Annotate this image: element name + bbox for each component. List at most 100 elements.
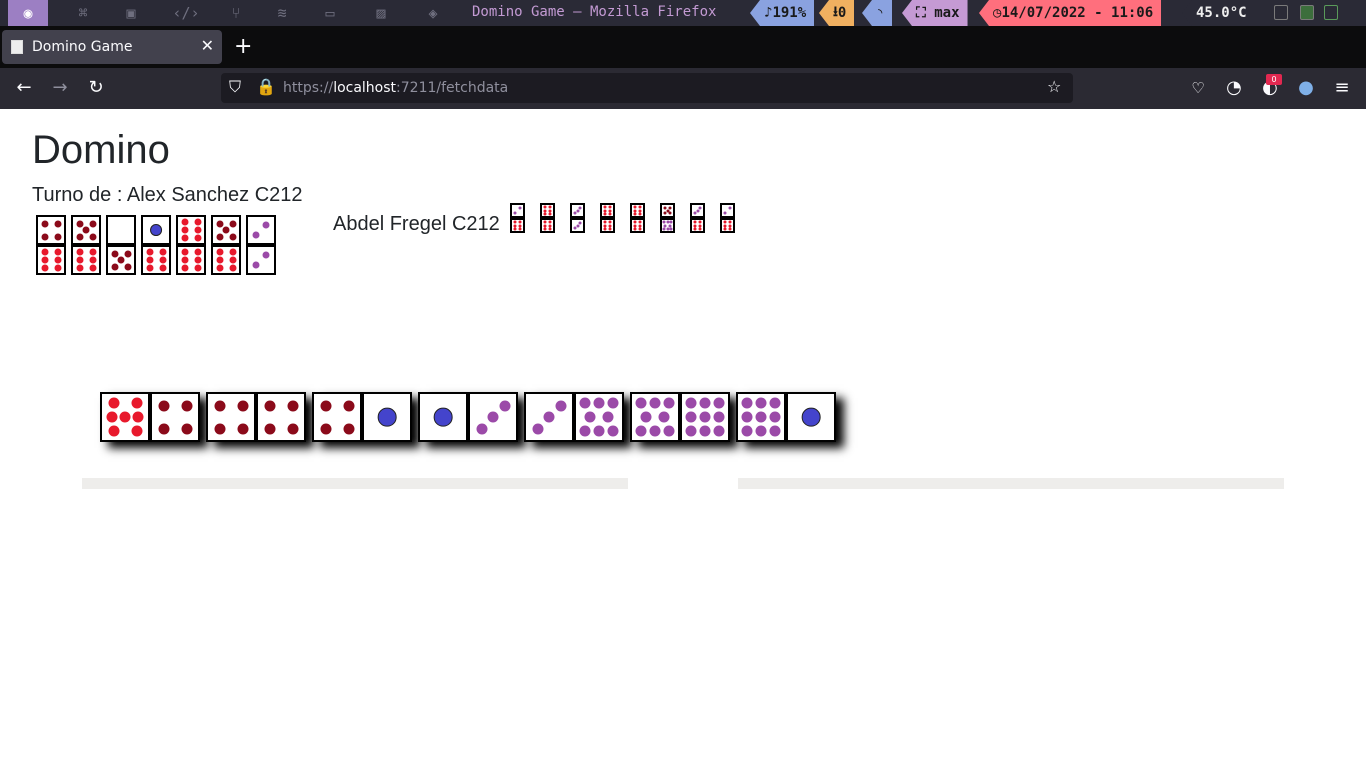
pip xyxy=(76,248,83,256)
downloads-indicator[interactable]: ⭳ 0 xyxy=(819,0,855,26)
pip xyxy=(216,248,223,256)
pip xyxy=(76,220,83,227)
tile-half xyxy=(418,392,468,442)
board-domino xyxy=(524,392,624,442)
pip xyxy=(229,220,236,227)
pip xyxy=(89,256,96,264)
pip xyxy=(741,397,753,409)
tab-domino-game[interactable]: Domino Game ✕ xyxy=(2,30,222,64)
forward-button[interactable]: → xyxy=(48,77,72,99)
pip xyxy=(635,425,647,437)
pip xyxy=(713,397,725,409)
url-rest: :7211/fetchdata xyxy=(396,80,509,96)
pip xyxy=(89,264,96,272)
new-tab-button[interactable]: + xyxy=(234,34,252,59)
image-workspace-icon[interactable]: ▨ xyxy=(361,0,401,26)
pip xyxy=(320,400,331,411)
pip xyxy=(106,411,118,423)
tile-half xyxy=(786,392,836,442)
monitor-tray-icon[interactable] xyxy=(1274,5,1288,20)
profile-icon[interactable]: ● xyxy=(1294,77,1318,99)
git-workspace-icon[interactable]: ⑂ xyxy=(216,0,256,26)
pip xyxy=(576,224,579,227)
layers-workspace-icon[interactable]: ◈ xyxy=(413,0,453,26)
hand-domino[interactable] xyxy=(141,215,171,275)
pip xyxy=(89,233,96,240)
hand-domino[interactable] xyxy=(176,215,206,275)
pip xyxy=(41,264,48,272)
tile-half xyxy=(736,392,786,442)
pip xyxy=(713,425,725,437)
volume-indicator[interactable]: ♪ 191% xyxy=(750,0,815,26)
docker-workspace-icon[interactable]: ≋ xyxy=(262,0,302,26)
hand-domino[interactable] xyxy=(211,215,241,275)
hand-domino[interactable] xyxy=(246,215,276,275)
pip xyxy=(633,227,637,231)
pocket-icon[interactable]: ♡ xyxy=(1186,77,1210,99)
pip xyxy=(181,400,192,411)
pip xyxy=(487,411,499,423)
pip xyxy=(649,397,661,409)
layout-indicator[interactable]: ⛶ max xyxy=(902,0,968,26)
folder-workspace-icon[interactable]: ▭ xyxy=(310,0,350,26)
clock-extension-icon[interactable]: ◔ xyxy=(1222,77,1246,99)
hand-domino[interactable] xyxy=(36,215,66,275)
board-domino xyxy=(736,392,836,442)
pip xyxy=(54,220,61,227)
pip xyxy=(108,397,119,409)
pip xyxy=(146,256,153,264)
pip xyxy=(194,256,201,264)
hand-domino[interactable] xyxy=(106,215,136,275)
pip xyxy=(603,212,607,216)
bookmark-star-icon[interactable]: ☆ xyxy=(1047,77,1061,96)
pip xyxy=(76,264,83,272)
pip xyxy=(658,411,670,423)
pip xyxy=(181,423,192,434)
pip xyxy=(693,211,697,215)
pip xyxy=(476,423,487,434)
menu-icon[interactable]: ≡ xyxy=(1330,77,1354,99)
maximize-icon: ⛶ xyxy=(916,5,935,21)
rss-icon[interactable]: ◝ xyxy=(862,0,893,26)
reload-button[interactable]: ↻ xyxy=(84,77,108,99)
clock: ◷ 14/07/2022 - 11:06 xyxy=(979,0,1162,26)
pip xyxy=(573,211,577,215)
tile-half xyxy=(256,392,306,442)
pip xyxy=(216,256,223,264)
page-content: Domino Turno de : Alex Sanchez C212 Abde… xyxy=(0,109,1366,768)
board-domino xyxy=(418,392,518,442)
pip xyxy=(158,400,169,411)
pip xyxy=(54,248,61,256)
usb-tray-icon[interactable] xyxy=(1324,5,1338,20)
right-board-rail xyxy=(738,478,1284,489)
pip xyxy=(89,220,96,227)
pip xyxy=(181,218,188,226)
shield-icon[interactable]: ⛉ xyxy=(229,77,241,97)
page-title: Domino xyxy=(32,128,170,172)
code-workspace-icon[interactable]: ‹/› xyxy=(166,0,206,26)
firefox-workspace-icon[interactable]: ◉ xyxy=(8,0,48,26)
pip xyxy=(41,248,48,256)
pip xyxy=(287,400,298,411)
tile-half xyxy=(574,392,624,442)
hand-domino[interactable] xyxy=(71,215,101,275)
pip xyxy=(433,407,453,427)
downloads-count: 0 xyxy=(837,5,847,21)
pip xyxy=(194,234,201,242)
close-tab-icon[interactable]: ✕ xyxy=(201,36,214,55)
terminal-workspace-icon[interactable]: ▣ xyxy=(111,0,151,26)
pip xyxy=(181,256,188,264)
back-button[interactable]: ← xyxy=(12,77,36,99)
opponent-domino xyxy=(630,203,645,233)
pip xyxy=(111,250,118,257)
tile-half xyxy=(510,203,525,218)
pip xyxy=(194,226,201,234)
lock-icon[interactable]: 🔒 xyxy=(256,77,276,96)
python-workspace-icon[interactable]: ⌘ xyxy=(63,0,103,26)
tile-half xyxy=(36,215,66,245)
pip xyxy=(111,263,118,270)
battery-tray-icon[interactable] xyxy=(1300,5,1314,20)
pip xyxy=(131,425,142,437)
pip xyxy=(607,397,619,409)
address-bar[interactable]: ⛉ 🔒 https://localhost:7211/fetchdata ☆ xyxy=(221,73,1073,103)
